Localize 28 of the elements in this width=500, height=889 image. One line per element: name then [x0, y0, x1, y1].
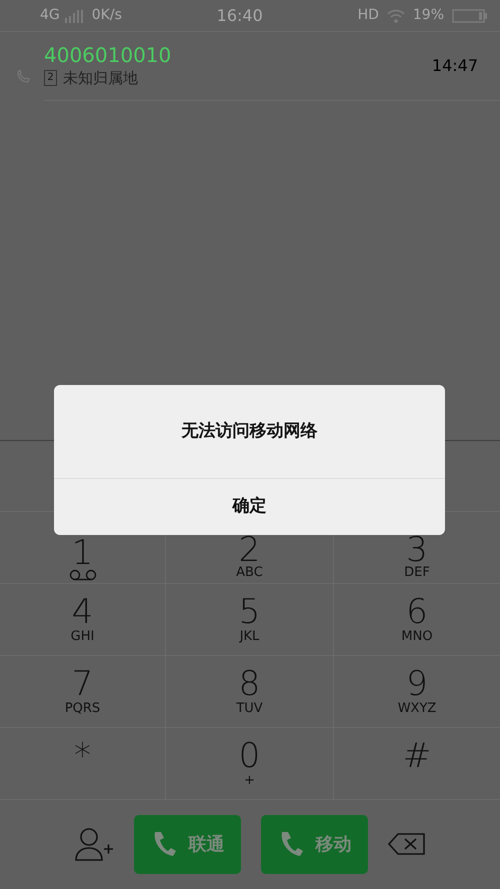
phone-icon — [16, 70, 30, 84]
speed-label: 0K/s — [92, 6, 122, 25]
dial-key[interactable]: 6 MNO — [334, 584, 500, 656]
call-button[interactable]: 联通 — [134, 814, 241, 874]
dial-key[interactable]: # — [334, 728, 500, 800]
call-button[interactable]: 移动 — [261, 814, 368, 874]
dial-key[interactable]: 5 JKL — [166, 584, 334, 656]
dial-key[interactable]: 8 TUV — [166, 656, 334, 728]
location-text: 未知归属地 — [63, 68, 138, 89]
battery-label: 19% — [412, 6, 444, 25]
voicemail-icon — [68, 569, 98, 581]
dial-key[interactable]: * — [0, 728, 166, 800]
wifi-icon — [386, 8, 405, 22]
clock-label: 16:40 — [216, 6, 263, 24]
add-contact-icon[interactable] — [74, 826, 114, 862]
dial-key[interactable]: 4 GHI — [0, 584, 166, 656]
signal-icon — [64, 8, 84, 22]
network-label: 4G — [40, 6, 60, 25]
dialog-message: 无法访问移动网络 — [54, 385, 445, 479]
backspace-icon[interactable] — [388, 832, 426, 856]
phone-number[interactable]: 4006010010 — [44, 42, 432, 67]
hd-label: HD — [358, 6, 379, 25]
battery-icon — [452, 8, 488, 22]
dial-key[interactable]: 9 WXYZ — [334, 656, 500, 728]
dial-key[interactable]: 7 PQRS — [0, 656, 166, 728]
sim-icon: 2 — [44, 70, 57, 86]
dial-key[interactable]: 0 + — [166, 728, 334, 800]
call-time: 14:47 — [432, 55, 478, 77]
